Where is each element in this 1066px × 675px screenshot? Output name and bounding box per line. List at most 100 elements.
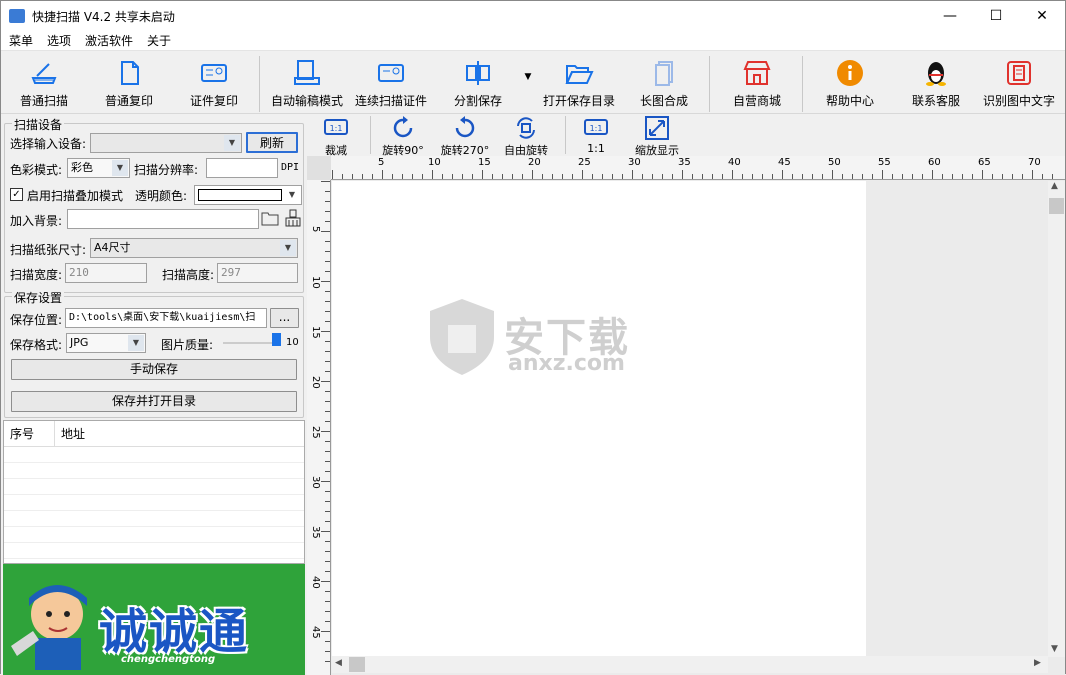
brush-icon[interactable] xyxy=(284,209,302,227)
ruler-tick xyxy=(325,441,330,442)
auto-feed-button[interactable]: 自动输稿模式 xyxy=(269,58,345,109)
chevron-up-icon[interactable]: ▲ xyxy=(1051,181,1058,191)
scan-preview-page[interactable]: 安下载 anxz.com xyxy=(332,181,866,657)
shop-button[interactable]: 自营商城 xyxy=(726,58,788,109)
normal-copy-button[interactable]: 普通复印 xyxy=(100,58,158,109)
ruler-tick xyxy=(325,661,330,662)
menu-item-options[interactable]: 选项 xyxy=(47,32,71,49)
chevron-down-icon: ▼ xyxy=(128,335,144,351)
column-header-address[interactable]: 地址 xyxy=(55,421,304,446)
toolbar-separator xyxy=(709,56,710,112)
chevron-right-icon[interactable]: ▶ xyxy=(1034,658,1041,668)
chevron-down-icon[interactable]: ▼ xyxy=(1051,644,1058,654)
ocr-button[interactable]: 识别图中文字 xyxy=(981,58,1057,109)
ocr-label: 识别图中文字 xyxy=(982,94,1055,108)
column-header-index[interactable]: 序号 xyxy=(4,421,55,446)
save-location-input[interactable]: D:\tools\桌面\安下载\kuaijiesm\扫 xyxy=(65,308,267,328)
resolution-input[interactable] xyxy=(206,158,278,178)
app-icon xyxy=(9,9,25,23)
paper-size-select[interactable]: A4尺寸 ▼ xyxy=(90,238,298,258)
ruler-tick xyxy=(542,174,543,179)
split-save-label: 分割保存 xyxy=(453,94,502,108)
split-save-icon xyxy=(466,61,490,85)
actual-size-button[interactable]: 1:1 1:1 xyxy=(581,116,611,155)
ruler-tick xyxy=(822,174,823,179)
list-row[interactable] xyxy=(4,479,304,495)
vertical-scroll-thumb[interactable] xyxy=(1049,198,1064,214)
manual-save-button[interactable]: 手动保存 xyxy=(11,359,297,380)
menu-item-activate[interactable]: 激活软件 xyxy=(85,32,133,49)
ruler-tick xyxy=(562,174,563,179)
split-save-dropdown[interactable]: ▼ xyxy=(520,72,536,82)
ruler-tick xyxy=(325,351,330,352)
watermark-shield-icon xyxy=(430,299,494,375)
save-format-select[interactable]: JPG ▼ xyxy=(66,333,146,353)
minimize-button[interactable]: — xyxy=(927,1,973,31)
crop-button[interactable]: 1:1 裁减 xyxy=(321,116,351,158)
menu-item-about[interactable]: 关于 xyxy=(147,32,171,49)
folder-icon[interactable] xyxy=(261,210,279,226)
ruler-tick xyxy=(325,211,330,212)
ruler-tick xyxy=(325,191,330,192)
maximize-button[interactable]: ☐ xyxy=(973,1,1019,31)
browse-button[interactable]: ... xyxy=(270,308,299,328)
contact-support-button[interactable]: 联系客服 xyxy=(905,58,967,109)
fit-zoom-button[interactable]: 缩放显示 xyxy=(631,116,683,158)
saved-files-list[interactable]: 序号 地址 xyxy=(3,420,305,564)
list-row[interactable] xyxy=(4,463,304,479)
open-save-folder-button[interactable]: 打开保存目录 xyxy=(539,58,619,109)
background-path-input[interactable] xyxy=(67,209,259,229)
vertical-scrollbar[interactable]: ▲ ▼ xyxy=(1048,181,1065,657)
ruler-tick xyxy=(325,201,330,202)
view-toolbar-separator xyxy=(370,116,371,154)
list-row[interactable] xyxy=(4,495,304,511)
ruler-tick xyxy=(982,170,983,179)
folder-open-icon xyxy=(565,65,594,84)
list-row[interactable] xyxy=(4,447,304,463)
quality-slider-thumb[interactable] xyxy=(272,333,281,346)
horizontal-ruler: 5 10 15 20 25 30 35 40 45 50 55 60 65 70 xyxy=(331,156,1065,180)
help-center-button[interactable]: 帮助中心 xyxy=(819,58,881,109)
transparent-color-picker[interactable]: ▼ xyxy=(194,185,302,205)
refresh-button[interactable]: 刷新 xyxy=(246,132,298,153)
ruler-tick xyxy=(412,174,413,179)
overlay-mode-checkbox[interactable]: ✓ xyxy=(10,188,23,201)
long-image-button[interactable]: 长图合成 xyxy=(633,58,695,109)
ruler-tick xyxy=(402,174,403,179)
list-row[interactable] xyxy=(4,511,304,527)
split-save-button[interactable]: 分割保存 xyxy=(447,58,509,109)
chevron-left-icon[interactable]: ◀ xyxy=(335,658,342,668)
menu-item-main[interactable]: 菜单 xyxy=(9,32,33,49)
ruler-label: 10 xyxy=(428,157,441,168)
fit-zoom-icon xyxy=(645,116,669,140)
ruler-tick xyxy=(462,174,463,179)
list-row[interactable] xyxy=(4,543,304,559)
rotate-270-button[interactable]: 旋转270° xyxy=(437,116,493,158)
horizontal-scrollbar[interactable]: ◀ ▶ xyxy=(332,656,1048,673)
id-copy-button[interactable]: 证件复印 xyxy=(185,58,243,109)
scan-height-input[interactable]: 297 xyxy=(217,263,298,283)
ruler-label: 65 xyxy=(978,157,991,168)
horizontal-scroll-thumb[interactable] xyxy=(349,657,365,672)
save-open-folder-button[interactable]: 保存并打开目录 xyxy=(11,391,297,412)
ruler-tick xyxy=(321,531,330,532)
continuous-id-button[interactable]: 连续扫描证件 xyxy=(353,58,429,109)
toolbar-separator xyxy=(802,56,803,112)
ruler-tick xyxy=(382,170,383,179)
actual-size-icon: 1:1 xyxy=(584,119,608,135)
free-rotate-button[interactable]: 自由旋转 xyxy=(501,116,551,158)
input-device-select[interactable]: ▼ xyxy=(90,133,242,153)
scan-width-input[interactable]: 210 xyxy=(65,263,147,283)
normal-scan-button[interactable]: 普通扫描 xyxy=(15,58,73,109)
chevron-down-icon: ▼ xyxy=(524,72,532,82)
color-mode-select[interactable]: 彩色 ▼ xyxy=(67,158,130,178)
ruler-tick xyxy=(325,491,330,492)
ruler-tick xyxy=(852,174,853,179)
list-row[interactable] xyxy=(4,527,304,543)
brand-banner[interactable]: 诚诚通 chengchengtong xyxy=(3,564,305,675)
close-button[interactable]: ✕ xyxy=(1019,1,1065,31)
paper-size-label: 扫描纸张尺寸: xyxy=(10,243,87,257)
rotate-90-button[interactable]: 旋转90° xyxy=(379,116,427,158)
ruler-tick xyxy=(962,174,963,179)
ruler-tick xyxy=(882,170,883,179)
